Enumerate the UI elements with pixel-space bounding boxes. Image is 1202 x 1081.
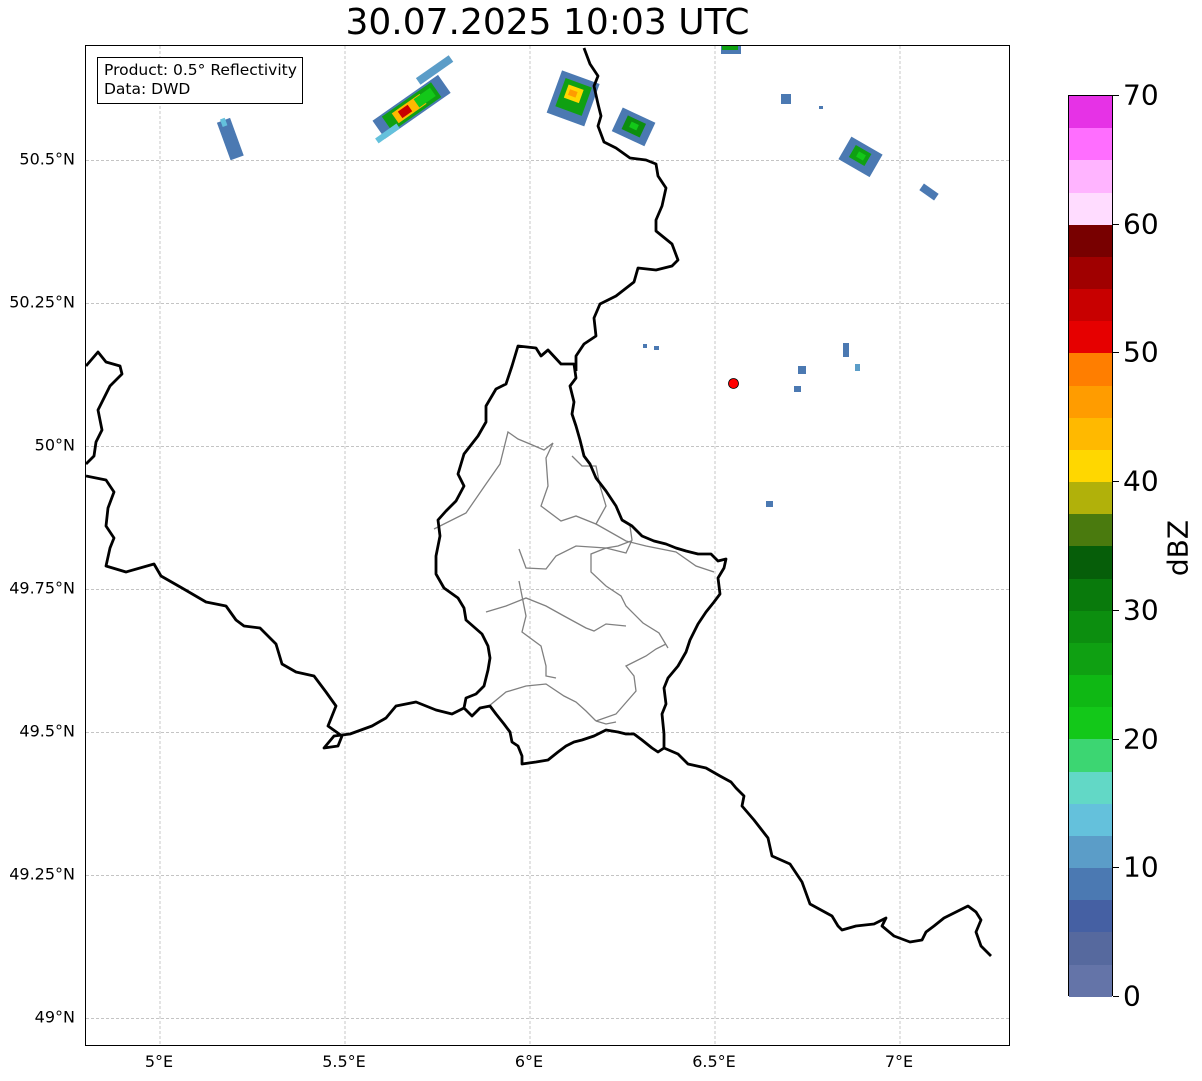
district-border [595,720,617,725]
gridlines [86,46,1009,1045]
echo-cluster-north-east [611,107,656,147]
colorbar-segment [1069,321,1112,354]
district-border [518,525,633,570]
border-belgium-france [86,474,465,750]
radar-site-marker [728,378,739,389]
border-west [86,350,124,465]
colorbar-segment [1069,546,1112,579]
latitude-tick-label: 50°N [34,435,75,455]
map-title: 30.07.2025 10:03 UTC [345,2,750,43]
echo-speck [643,344,647,348]
latitude-tick-label: 49.25°N [9,864,75,884]
colorbar-segment [1069,449,1112,483]
district-border [590,540,669,649]
colorbar-segment [1069,224,1112,257]
echo-speck [722,46,738,50]
colorbar-tick-label: 70 [1123,78,1159,112]
product-label: Product: 0.5° Reflectivity [104,61,297,79]
colorbar-segment [1069,835,1112,869]
colorbar-segment [1069,417,1112,450]
colorbar-segment [1069,482,1112,515]
colorbar-tick-label: 40 [1123,464,1159,498]
latitude-tick-label: 50.25°N [9,292,75,312]
border-france-germany [663,746,992,957]
colorbar [1068,95,1113,997]
product-info-box: Product: 0.5° Reflectivity Data: DWD [97,57,303,104]
colorbar-segment [1069,514,1112,547]
colorbar-tick-mark [1113,738,1119,740]
echo-speck [855,364,860,371]
echo-speck [781,94,791,104]
district-border [595,643,667,722]
colorbar-segment [1069,96,1112,129]
colorbar-segment [1069,610,1112,643]
colorbar-segment [1069,739,1112,772]
echo-speck [654,346,659,350]
colorbar-tick-label: 10 [1123,850,1159,884]
longitude-tick-label: 5.5°E [322,1052,366,1071]
echo-cell-east [838,136,883,178]
latitude-tick-label: 49.75°N [9,578,75,598]
colorbar-segment [1069,707,1112,740]
border-luxembourg [434,344,728,766]
latitude-tick-label: 50.5°N [19,149,75,169]
colorbar-segment [1069,385,1112,418]
district-border [488,683,597,722]
district-border [595,523,715,573]
radar-map [85,45,1010,1046]
admin-borders [433,430,715,725]
district-border [540,442,607,525]
longitude-tick-label: 7°E [884,1052,914,1071]
longitude-tick-label: 6°E [514,1052,544,1071]
colorbar-tick-label: 30 [1123,593,1159,627]
colorbar-segment [1069,900,1112,933]
latitude-tick-label: 49°N [34,1007,75,1027]
colorbar-tick-label: 60 [1123,207,1159,241]
echo-cell-far-west [216,117,244,161]
national-borders [86,47,992,957]
data-source-label: Data: DWD [104,80,191,98]
echo-speck [919,183,939,201]
colorbar-tick-label: 50 [1123,335,1159,369]
echo-speck [843,343,849,357]
colorbar-segment [1069,192,1112,225]
colorbar-label: dBZ [1161,519,1195,577]
colorbar-segment [1069,675,1112,708]
colorbar-segment [1069,256,1112,290]
colorbar-tick-mark [1113,996,1119,997]
echo-speck [766,501,773,507]
map-canvas [86,46,1009,1045]
echo-cluster-north [546,70,600,127]
latitude-tick-label: 49.5°N [19,721,75,741]
colorbar-segment [1069,932,1112,965]
precipitation-echoes [216,46,939,507]
colorbar-segment [1069,964,1112,997]
colorbar-segment [1069,353,1112,386]
colorbar-segment [1069,642,1112,676]
colorbar-tick-mark [1113,609,1119,611]
colorbar-segment [1069,578,1112,611]
colorbar-segment [1069,868,1112,901]
colorbar-tick-mark [1113,481,1119,483]
colorbar-segment [1069,803,1112,836]
district-border [485,597,627,632]
colorbar-tick-mark [1113,867,1119,869]
colorbar-tick-label: 0 [1123,979,1141,1013]
echo-speck [794,386,801,392]
colorbar-tick-mark [1113,223,1119,225]
colorbar-tick-mark [1113,352,1119,354]
echo-speck [819,106,823,109]
colorbar-segment [1069,289,1112,322]
colorbar-tick-mark [1113,95,1119,96]
echo-speck [798,366,806,374]
colorbar-segment [1069,160,1112,193]
echo-cluster-west [372,55,454,144]
longitude-tick-label: 5°E [144,1052,174,1071]
longitude-tick-label: 6.5°E [692,1052,736,1071]
district-border [518,580,557,679]
colorbar-tick-label: 20 [1123,722,1159,756]
colorbar-segment [1069,771,1112,804]
colorbar-segment [1069,128,1112,161]
